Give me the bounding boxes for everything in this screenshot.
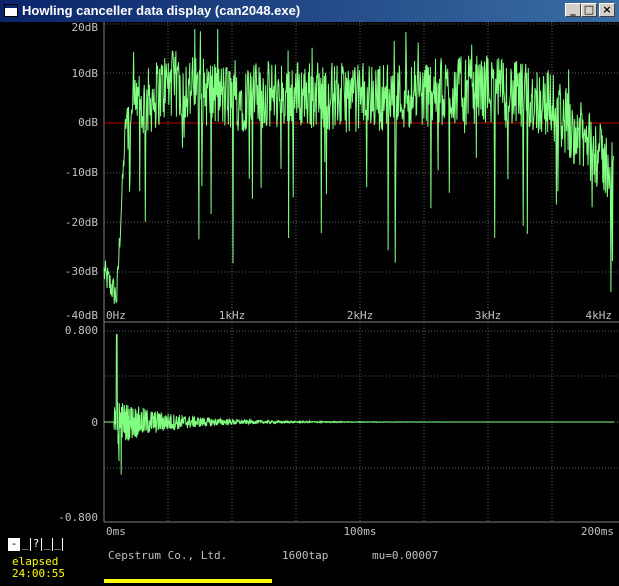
tap-count: 1600tap	[282, 549, 329, 562]
elapsed-time: 24:00:55	[12, 567, 65, 580]
spectrum-trace	[103, 28, 615, 304]
y-tick-minus30db: -30dB	[65, 265, 98, 278]
y-tick-0800: 0.800	[65, 324, 98, 337]
impulse-plot: 0.800 0 -0.800 0ms 100ms 200ms	[58, 322, 619, 538]
mu-value: mu=0.00007	[372, 549, 439, 562]
y-tick-minus40db: -40dB	[65, 309, 98, 322]
impulse-trace	[104, 334, 614, 475]
spectrum-grid	[104, 22, 619, 322]
toolbar-button-5[interactable]: _	[52, 538, 63, 551]
toolbar-button-help[interactable]: ?	[30, 538, 41, 551]
company-name: Cepstrum Co., Ltd.	[108, 549, 228, 562]
y-tick-zero: 0	[91, 416, 98, 429]
toolbar-button-4[interactable]: _	[41, 538, 52, 551]
x-tick-0ms: 0ms	[106, 525, 126, 538]
x-tick-0hz: 0Hz	[106, 309, 126, 322]
x-tick-4khz: 4kHz	[586, 309, 613, 322]
x-tick-200ms: 200ms	[581, 525, 614, 538]
x-tick-2khz: 2kHz	[347, 309, 374, 322]
toolbar-button-2[interactable]: _	[19, 538, 30, 551]
display-toolbar: - _ ? _ _	[8, 538, 63, 552]
y-tick-10db: 10dB	[72, 67, 99, 80]
toolbar-button-1[interactable]: -	[8, 538, 19, 551]
y-tick-minus20db: -20dB	[65, 216, 98, 229]
y-tick-minus0800: -0.800	[58, 511, 98, 524]
x-tick-1khz: 1kHz	[219, 309, 246, 322]
x-tick-100ms: 100ms	[343, 525, 376, 538]
plot-canvas: 20dB 10dB 0dB -10dB -20dB -30dB -40dB 0H…	[58, 21, 619, 538]
spectrum-plot: 20dB 10dB 0dB -10dB -20dB -30dB -40dB 0H…	[65, 21, 619, 323]
y-tick-20db: 20dB	[72, 21, 99, 34]
progress-bar	[104, 579, 272, 583]
x-tick-3khz: 3kHz	[475, 309, 502, 322]
y-tick-minus10db: -10dB	[65, 166, 98, 179]
y-tick-0db: 0dB	[78, 116, 98, 129]
